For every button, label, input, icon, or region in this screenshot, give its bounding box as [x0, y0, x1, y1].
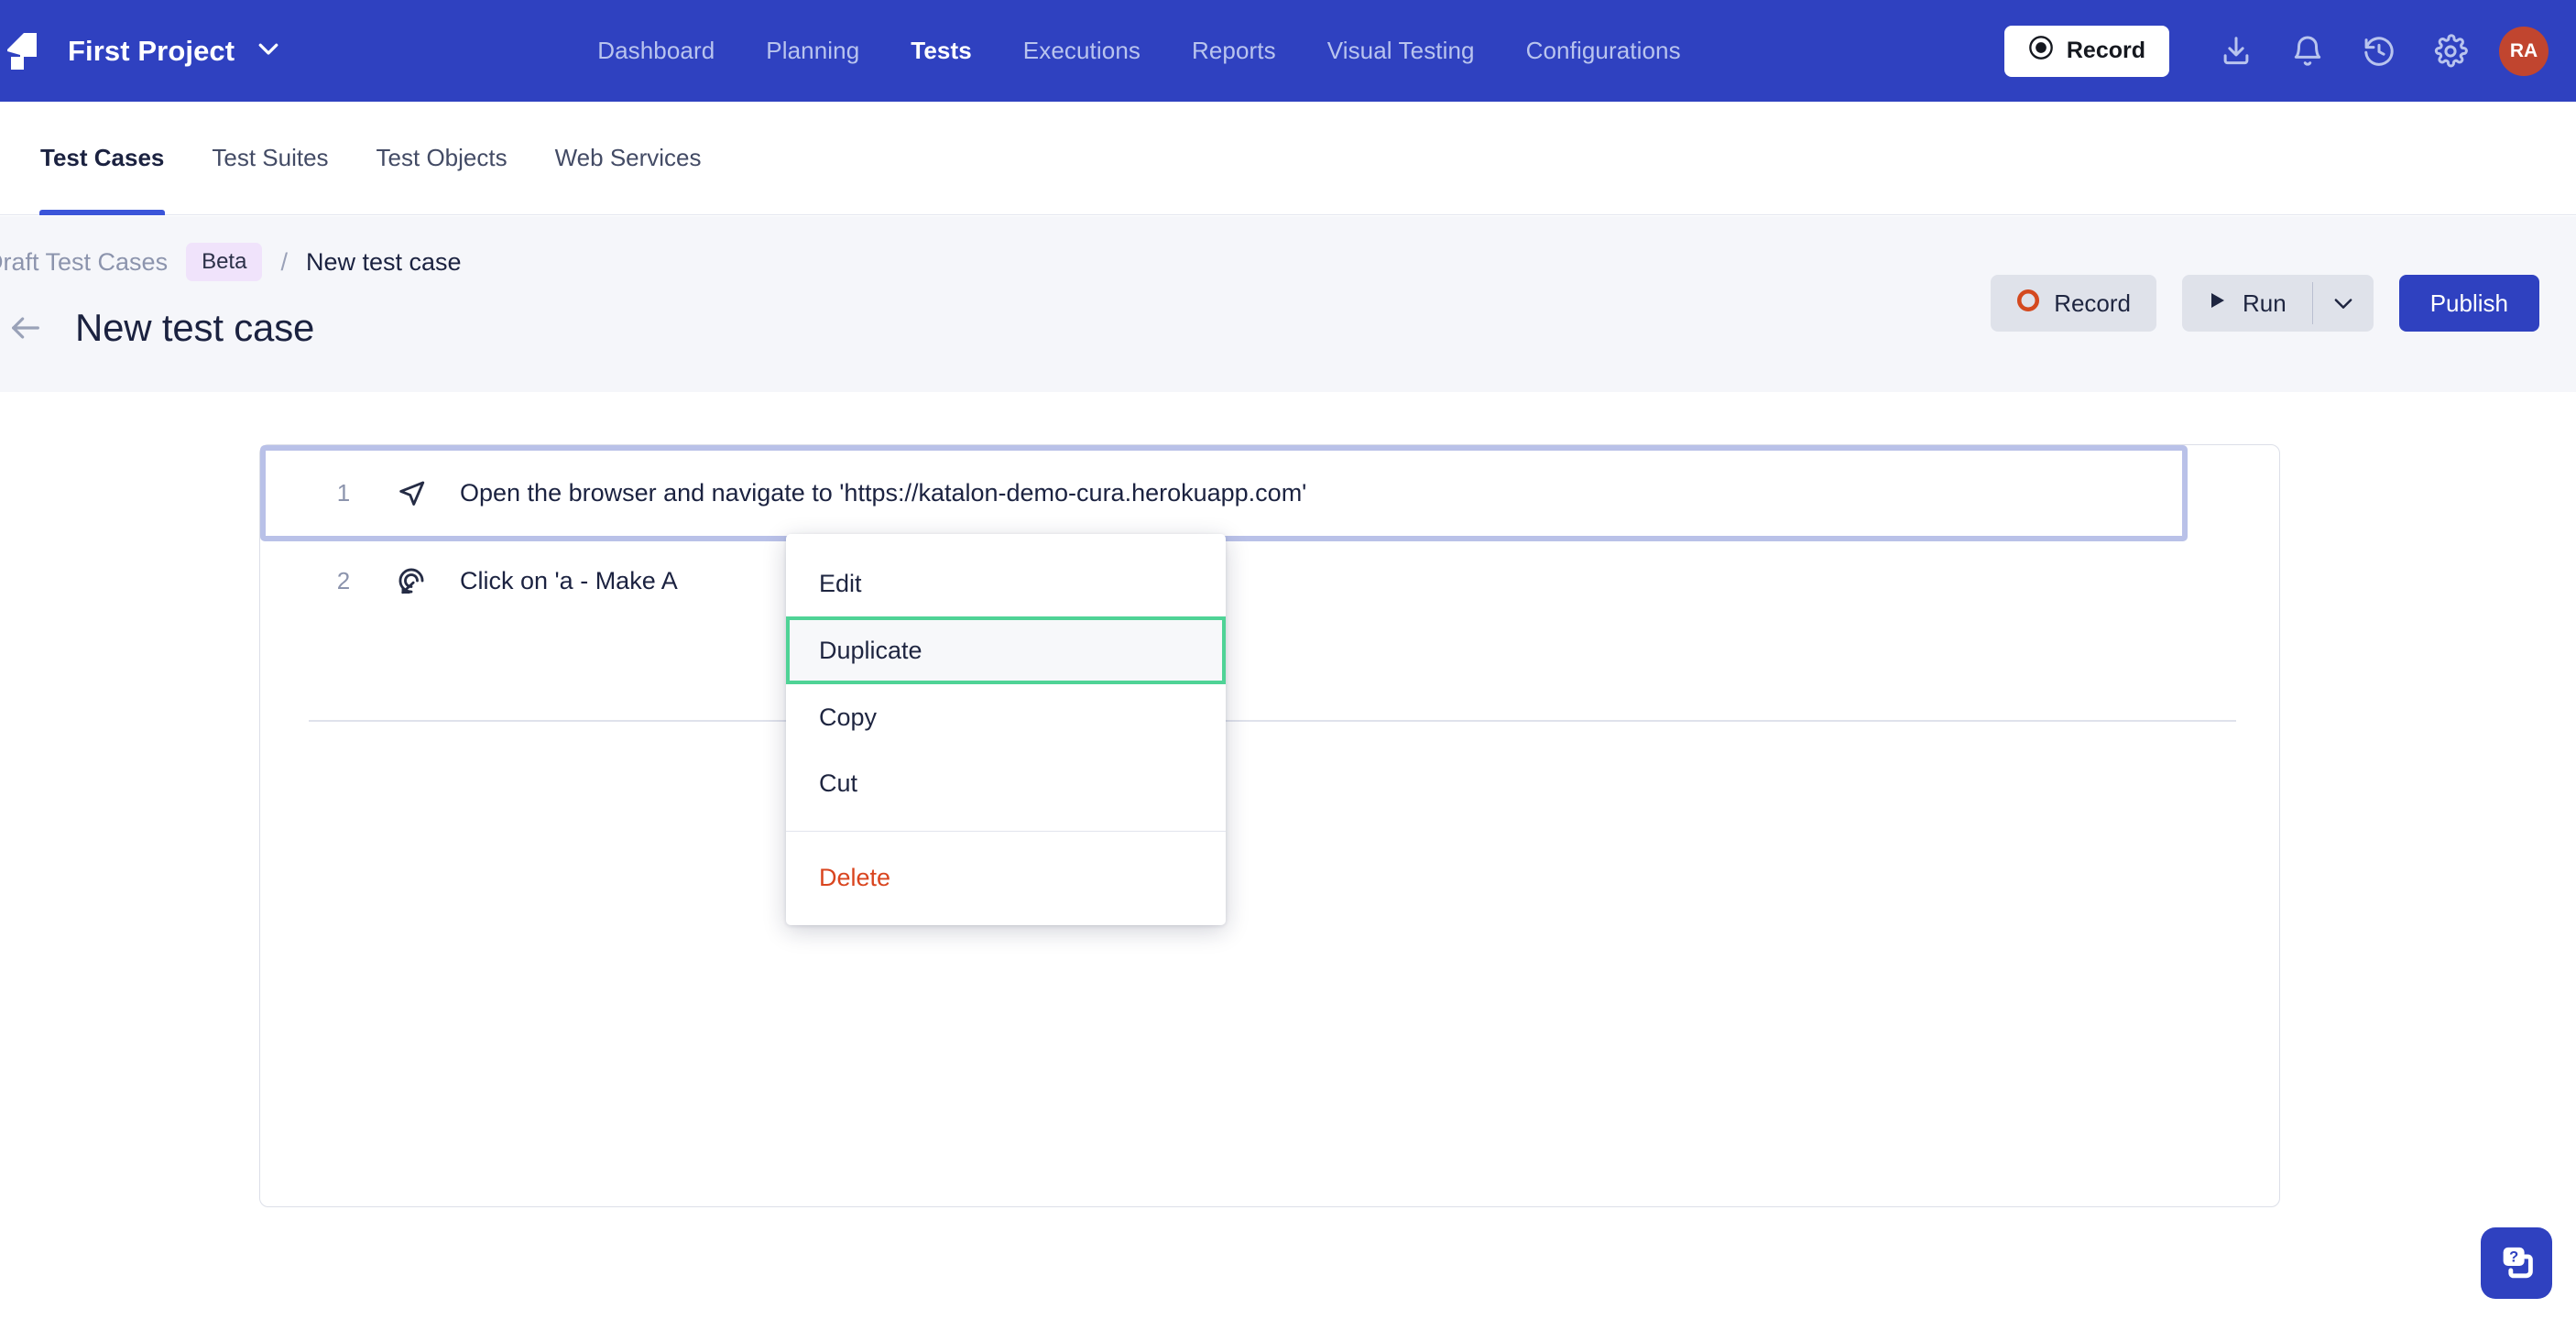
publish-button-label: Publish [2429, 289, 2508, 317]
bell-icon[interactable] [2272, 16, 2343, 87]
record-circle-icon [2016, 289, 2040, 319]
avatar-initials: RA [2509, 39, 2538, 61]
topbar-actions: Record RA [2003, 0, 2576, 102]
nav-item-tests[interactable]: Tests [885, 37, 998, 65]
breadcrumb: Draft Test Cases Beta / New test case [0, 243, 462, 281]
avatar[interactable]: RA [2499, 26, 2549, 76]
step-index: 2 [336, 566, 351, 594]
tab-test-suites[interactable]: Test Suites [188, 102, 352, 215]
help-widget-button[interactable]: ? [2481, 1227, 2552, 1299]
tab-test-cases[interactable]: Test Cases [16, 102, 188, 215]
step-context-menu: Edit Duplicate Copy Cut Delete [786, 534, 1226, 925]
context-menu-divider [786, 831, 1226, 832]
nav-item-planning[interactable]: Planning [740, 37, 885, 65]
nav-item-configurations[interactable]: Configurations [1501, 37, 1707, 65]
run-button-group: Run [2182, 275, 2374, 332]
record-dot-icon [2028, 35, 2054, 67]
breadcrumb-current: New test case [305, 247, 462, 276]
run-button[interactable]: Run [2182, 275, 2312, 332]
nav-item-visual-testing[interactable]: Visual Testing [1302, 37, 1501, 65]
step-description: Open the browser and navigate to 'https:… [460, 479, 1307, 507]
tab-web-services[interactable]: Web Services [531, 102, 726, 215]
top-navbar: First Project Dashboard Planning Tests E… [0, 0, 2576, 102]
step-index: 1 [336, 479, 351, 507]
context-menu-item-edit[interactable]: Edit [786, 550, 1226, 616]
context-menu-item-copy[interactable]: Copy [786, 684, 1226, 750]
context-menu-item-cut[interactable]: Cut [786, 750, 1226, 816]
primary-nav: Dashboard Planning Tests Executions Repo… [572, 37, 1707, 65]
history-icon[interactable] [2343, 16, 2415, 87]
project-name: First Project [68, 34, 235, 67]
tab-test-objects[interactable]: Test Objects [353, 102, 531, 215]
breadcrumb-parent[interactable]: Draft Test Cases [0, 248, 168, 277]
table-row[interactable]: 1 Open the browser and navigate to 'http… [260, 445, 2188, 541]
chevron-down-icon [255, 35, 282, 67]
download-icon[interactable] [2200, 16, 2272, 87]
step-description: Click on 'a - Make A [460, 566, 678, 594]
nav-item-reports[interactable]: Reports [1166, 37, 1302, 65]
breadcrumb-separator: / [280, 247, 288, 276]
row-divider [309, 720, 2236, 722]
page-title-row: New test case [0, 302, 314, 354]
record-test-button[interactable]: Record [1991, 275, 2157, 332]
record-test-button-label: Record [2054, 289, 2132, 317]
beta-badge: Beta [186, 243, 263, 281]
nav-item-dashboard[interactable]: Dashboard [572, 37, 740, 65]
page-title: New test case [75, 306, 315, 349]
gear-icon[interactable] [2415, 16, 2486, 87]
navigate-icon [383, 478, 440, 509]
katalon-logo-icon[interactable] [0, 26, 46, 77]
chevron-down-icon[interactable] [2313, 275, 2374, 332]
click-target-icon [383, 565, 440, 596]
main-content: 1 Open the browser and navigate to 'http… [0, 392, 2576, 1319]
publish-button[interactable]: Publish [2398, 275, 2539, 332]
play-icon [2206, 289, 2228, 318]
project-switcher[interactable]: First Project [68, 35, 282, 68]
context-menu-item-duplicate[interactable]: Duplicate [786, 616, 1226, 684]
svg-text:?: ? [2509, 1248, 2518, 1265]
run-button-label: Run [2243, 289, 2287, 317]
help-question-icon: ? [2495, 1240, 2538, 1287]
context-menu-item-delete[interactable]: Delete [786, 845, 1226, 910]
nav-item-executions[interactable]: Executions [998, 37, 1166, 65]
arrow-left-icon[interactable] [0, 302, 51, 354]
record-button[interactable]: Record [2003, 25, 2169, 77]
page-header-actions: Record Run Publish [1991, 275, 2539, 332]
section-tabs: Test Cases Test Suites Test Objects Web … [0, 102, 2576, 215]
test-steps-card: 1 Open the browser and navigate to 'http… [259, 444, 2280, 1207]
record-button-label: Record [2066, 38, 2145, 63]
